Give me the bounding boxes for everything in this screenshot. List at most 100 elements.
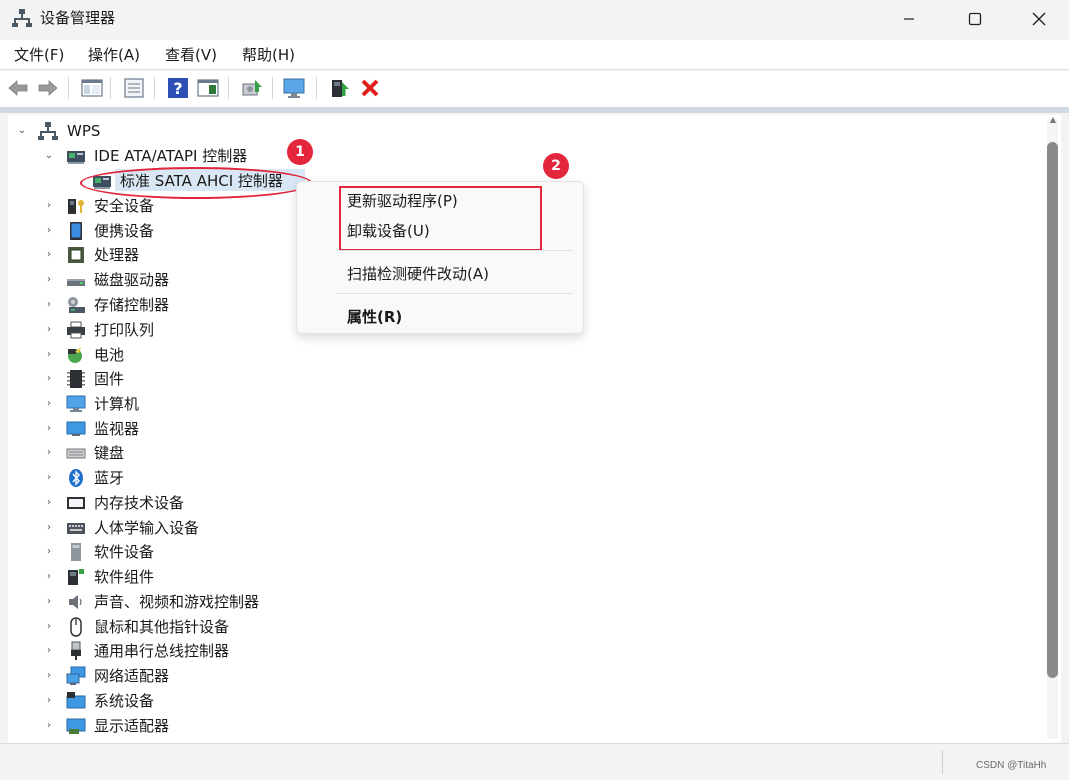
scroll-up-arrow-icon[interactable]: ▲	[1048, 115, 1058, 125]
menu-item-scan-hardware[interactable]: 扫描检测硬件改动(A)	[347, 264, 489, 284]
properties-icon[interactable]	[122, 76, 146, 100]
tree-label: 软件设备	[94, 543, 155, 561]
menu-help[interactable]: 帮助(H)	[242, 45, 295, 65]
help-icon[interactable]: ?	[166, 76, 190, 100]
uninstall-device-icon[interactable]	[358, 76, 382, 100]
storage-controller-icon	[68, 297, 85, 313]
chevron-right-icon[interactable]: ›	[43, 324, 55, 336]
printer-icon	[67, 321, 85, 339]
action-pane-icon[interactable]	[196, 76, 220, 100]
annotation-marker-1: 1	[287, 139, 313, 165]
chevron-right-icon[interactable]: ›	[43, 299, 55, 311]
tree-label: 显示适配器	[94, 717, 170, 735]
status-bar: CSDN @TitaHh	[0, 743, 1069, 780]
tree-item-sound-video-game[interactable]: › 声音、视频和游戏控制器	[8, 590, 408, 614]
keyboard-icon	[66, 448, 86, 459]
tree-item-ide-ata-atapi[interactable]: ⌄ IDE ATA/ATAPI 控制器	[8, 144, 408, 168]
mouse-icon	[70, 617, 82, 637]
chevron-right-icon[interactable]: ›	[43, 200, 55, 212]
tree-label: IDE ATA/ATAPI 控制器	[94, 147, 248, 165]
monitor-icon[interactable]	[282, 76, 306, 100]
watermark: CSDN @TitaHh	[976, 760, 1047, 771]
portable-device-icon	[70, 222, 82, 240]
vertical-scrollbar[interactable]: ▲	[1044, 115, 1061, 743]
menu-separator	[335, 250, 573, 251]
chevron-right-icon[interactable]: ›	[43, 497, 55, 509]
system-device-icon	[66, 692, 86, 709]
tree-label: 计算机	[94, 395, 140, 413]
chevron-right-icon[interactable]: ›	[43, 645, 55, 657]
close-button[interactable]	[1006, 0, 1069, 38]
tree-item-system-devices[interactable]: › 系统设备	[8, 689, 408, 713]
tree-item-computer[interactable]: › 计算机	[8, 392, 408, 416]
chevron-right-icon[interactable]: ›	[43, 571, 55, 583]
tree-item-display-adapters[interactable]: › 显示适配器	[8, 714, 408, 738]
chevron-right-icon[interactable]: ›	[43, 472, 55, 484]
maximize-button[interactable]	[942, 0, 1008, 38]
menu-action[interactable]: 操作(A)	[88, 45, 140, 65]
update-driver-icon[interactable]	[328, 76, 352, 100]
tree-item-firmware[interactable]: › 固件	[8, 367, 408, 391]
bluetooth-icon	[69, 469, 83, 487]
tree-item-software-devices[interactable]: › 软件设备	[8, 540, 408, 564]
chevron-right-icon[interactable]: ›	[43, 274, 55, 286]
tree-item-monitors[interactable]: › 监视器	[8, 417, 408, 441]
chevron-right-icon[interactable]: ›	[43, 423, 55, 435]
menu-item-properties[interactable]: 属性(R)	[347, 307, 402, 327]
tree-item-keyboards[interactable]: › 键盘	[8, 441, 408, 465]
tree-item-memory-technology[interactable]: › 内存技术设备	[8, 491, 408, 515]
chevron-right-icon[interactable]: ›	[43, 249, 55, 261]
tree-label: 鼠标和其他指针设备	[94, 618, 230, 636]
tree-item-usb-controllers[interactable]: › 通用串行总线控制器	[8, 639, 408, 663]
tree-label: 监视器	[94, 420, 140, 438]
tree-item-bluetooth[interactable]: › 蓝牙	[8, 466, 408, 490]
firmware-chip-icon	[67, 370, 85, 388]
tree-root-wps[interactable]: ⌄ WPS	[8, 119, 408, 143]
chevron-right-icon[interactable]: ›	[43, 522, 55, 534]
ide-controller-icon	[67, 151, 85, 164]
show-hide-console-tree-icon[interactable]	[80, 76, 104, 100]
network-adapter-icon	[66, 666, 86, 685]
context-menu: 更新驱动程序(P) 卸载设备(U) 扫描检测硬件改动(A) 属性(R)	[296, 181, 584, 334]
chevron-right-icon[interactable]: ›	[43, 720, 55, 732]
computer-icon	[66, 395, 86, 412]
chevron-down-icon[interactable]: ⌄	[16, 125, 28, 137]
tree-label: 便携设备	[94, 222, 155, 240]
tree-label: 打印队列	[94, 321, 155, 339]
toolbar-separator	[110, 77, 111, 99]
menu-view[interactable]: 查看(V)	[165, 45, 217, 65]
chevron-right-icon[interactable]: ›	[43, 695, 55, 707]
chevron-right-icon[interactable]: ›	[43, 596, 55, 608]
tree-item-software-components[interactable]: › 软件组件	[8, 565, 408, 589]
scrollbar-thumb[interactable]	[1047, 142, 1058, 678]
chevron-right-icon[interactable]: ›	[43, 670, 55, 682]
chevron-right-icon[interactable]: ›	[43, 225, 55, 237]
chevron-right-icon[interactable]: ›	[43, 546, 55, 558]
back-arrow-icon[interactable]	[6, 76, 30, 100]
chevron-right-icon[interactable]: ›	[43, 398, 55, 410]
menu-item-update-driver[interactable]: 更新驱动程序(P)	[347, 191, 458, 211]
chevron-right-icon[interactable]: ›	[43, 349, 55, 361]
menu-item-uninstall-device[interactable]: 卸载设备(U)	[347, 221, 430, 241]
tree-item-mice[interactable]: › 鼠标和其他指针设备	[8, 615, 408, 639]
computer-network-icon	[38, 122, 58, 140]
chevron-down-icon[interactable]: ⌄	[43, 150, 55, 162]
chevron-right-icon[interactable]: ›	[43, 373, 55, 385]
window-title: 设备管理器	[40, 9, 116, 27]
chevron-right-icon[interactable]: ›	[43, 621, 55, 633]
chevron-right-icon[interactable]: ›	[43, 447, 55, 459]
tree-label: WPS	[67, 122, 101, 140]
scan-hardware-icon[interactable]	[240, 76, 264, 100]
tree-item-batteries[interactable]: › 电池	[8, 343, 408, 367]
menu-separator	[335, 293, 573, 294]
processor-icon	[68, 247, 84, 263]
tree-item-network-adapters[interactable]: › 网络适配器	[8, 664, 408, 688]
tree-label: 软件组件	[94, 568, 155, 586]
forward-arrow-icon[interactable]	[36, 76, 60, 100]
minimize-button[interactable]	[876, 0, 942, 38]
menu-file[interactable]: 文件(F)	[14, 45, 64, 65]
tree-item-human-interface[interactable]: › 人体学输入设备	[8, 516, 408, 540]
toolbar-separator	[68, 77, 69, 99]
tree-label: 磁盘驱动器	[94, 271, 170, 289]
tree-label: 固件	[94, 370, 125, 388]
